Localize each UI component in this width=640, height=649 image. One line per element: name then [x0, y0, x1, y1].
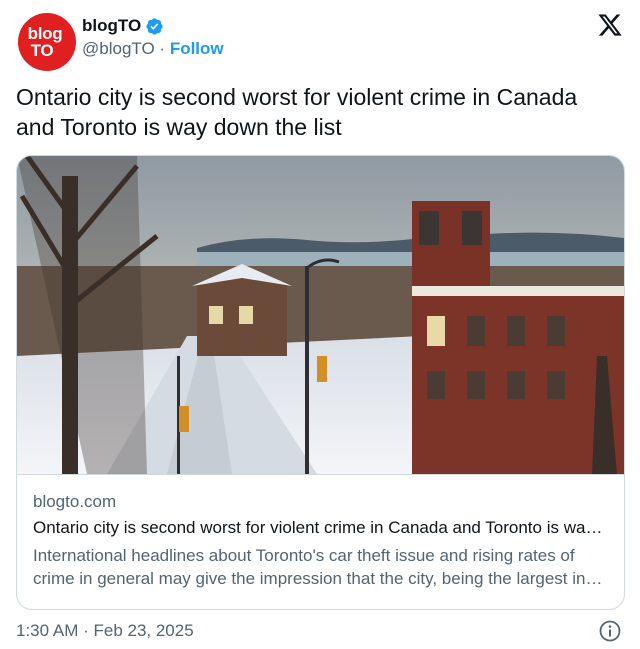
link-card[interactable]: blogto.com Ontario city is second worst … [16, 155, 625, 610]
info-icon[interactable] [598, 619, 622, 643]
follow-button[interactable]: Follow [170, 39, 224, 58]
author-name-row: blogTO [82, 16, 164, 36]
card-description: International headlines about Toronto's … [33, 546, 586, 588]
card-title[interactable]: Ontario city is second worst for violent… [33, 518, 608, 538]
author-handle[interactable]: @blogTO [82, 39, 155, 58]
x-logo-icon[interactable] [596, 12, 624, 38]
avatar-text-line1: blog [27, 24, 63, 43]
author-display-name[interactable]: blogTO [82, 16, 141, 36]
tweet-header: blog TO blogTO @blogTO · Follow [16, 8, 624, 72]
card-body[interactable]: blogto.com Ontario city is second worst … [17, 474, 624, 588]
author-handle-row: @blogTO · Follow [82, 39, 224, 59]
avatar-text-line2: TO [30, 41, 54, 60]
avatar[interactable]: blog TO [18, 13, 76, 71]
card-image[interactable] [17, 156, 624, 474]
tweet-timestamp[interactable]: 1:30 AM · Feb 23, 2025 [16, 621, 194, 641]
handle-separator: · [154, 39, 170, 58]
tweet-text: Ontario city is second worst for violent… [16, 84, 578, 140]
verified-badge-icon[interactable] [145, 17, 164, 36]
card-domain: blogto.com [33, 492, 117, 511]
